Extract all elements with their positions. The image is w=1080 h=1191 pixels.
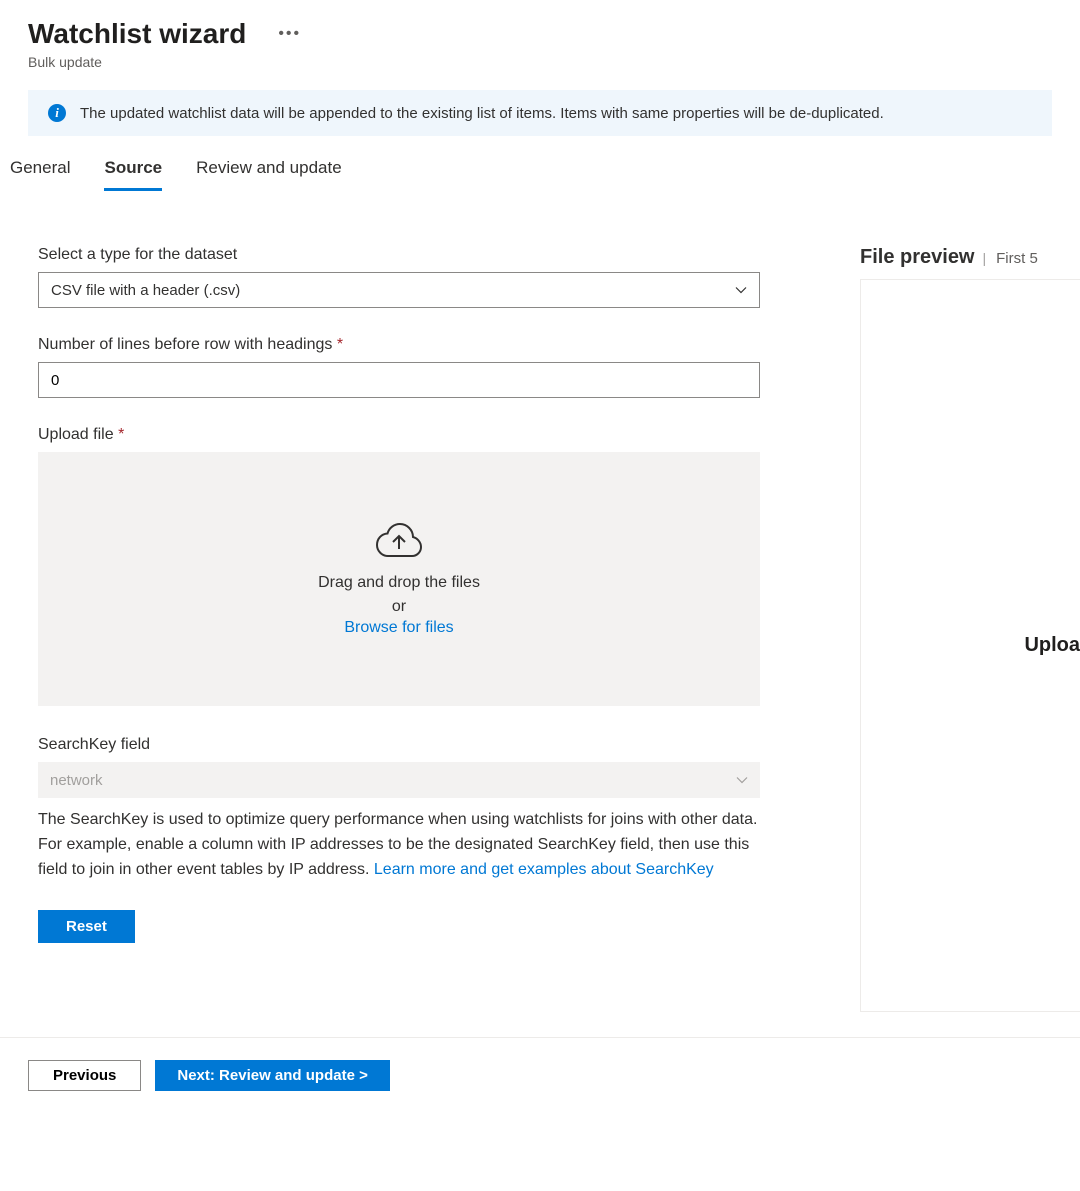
info-banner-text: The updated watchlist data will be appen… <box>80 105 884 122</box>
tab-source[interactable]: Source <box>104 152 162 191</box>
form-column: Select a type for the dataset CSV file w… <box>0 246 800 1012</box>
searchkey-select[interactable]: network <box>38 762 760 798</box>
dataset-type-value: CSV file with a header (.csv) <box>51 282 240 299</box>
info-banner: i The updated watchlist data will be app… <box>28 90 1052 136</box>
browse-files-link[interactable]: Browse for files <box>344 619 453 637</box>
searchkey-learn-more-link[interactable]: Learn more and get examples about Search… <box>374 861 714 878</box>
tab-review[interactable]: Review and update <box>196 152 342 191</box>
wizard-footer: Previous Next: Review and update > <box>0 1037 1080 1115</box>
lines-before-headings-input[interactable] <box>38 362 760 398</box>
file-preview-subtitle: First 5 <box>996 250 1038 267</box>
page-subtitle: Bulk update <box>28 54 1052 70</box>
searchkey-value: network <box>50 772 103 789</box>
wizard-tabs: General Source Review and update <box>0 136 1080 191</box>
file-preview-placeholder: Uploa <box>1024 634 1080 657</box>
dropzone-text-line1: Drag and drop the files <box>318 571 480 595</box>
upload-file-label: Upload file * <box>38 426 800 444</box>
dropzone-text-line2: or <box>392 595 406 619</box>
dataset-type-label: Select a type for the dataset <box>38 246 800 264</box>
searchkey-label: SearchKey field <box>38 736 800 754</box>
more-menu-icon[interactable]: ••• <box>278 25 301 43</box>
info-icon: i <box>48 104 66 122</box>
page-title: Watchlist wizard <box>28 18 246 50</box>
lines-before-headings-label: Number of lines before row with headings… <box>38 336 800 354</box>
page-header: Watchlist wizard ••• Bulk update <box>0 0 1080 78</box>
file-dropzone[interactable]: Drag and drop the files or Browse for fi… <box>38 452 760 706</box>
next-button[interactable]: Next: Review and update > <box>155 1060 389 1091</box>
cloud-upload-icon <box>375 521 423 559</box>
preview-column: File preview | First 5 Uploa <box>860 246 1080 1012</box>
file-preview-box: Uploa <box>860 279 1080 1012</box>
file-preview-title: File preview <box>860 246 975 269</box>
dataset-type-select[interactable]: CSV file with a header (.csv) <box>38 272 760 308</box>
chevron-down-icon <box>736 774 748 786</box>
chevron-down-icon <box>735 284 747 296</box>
searchkey-help-text: The SearchKey is used to optimize query … <box>38 808 760 882</box>
reset-button[interactable]: Reset <box>38 910 135 943</box>
previous-button[interactable]: Previous <box>28 1060 141 1091</box>
tab-general[interactable]: General <box>10 152 70 191</box>
